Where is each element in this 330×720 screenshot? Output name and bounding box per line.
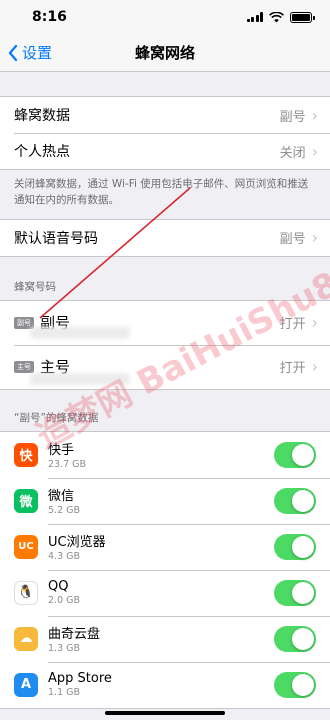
row-value: 副号 bbox=[279, 232, 306, 248]
wifi-icon bbox=[269, 11, 284, 22]
qq-icon: 🐧 bbox=[14, 580, 38, 605]
row-value: 副号 bbox=[279, 109, 306, 125]
app-row-wechat: 微 微信 5.2 GB bbox=[0, 477, 330, 524]
voice-group: 默认语音号码 副号 › bbox=[0, 218, 330, 257]
status-bar: 8:16 bbox=[0, 0, 330, 34]
app-row-quqi-cloud: ☁ 曲奇云盘 1.3 GB bbox=[0, 615, 330, 662]
row-label: 个人热点 bbox=[14, 144, 70, 160]
app-size: 5.2 GB bbox=[48, 505, 81, 517]
chevron-right-icon: › bbox=[311, 313, 318, 333]
row-label: 蜂窝数据 bbox=[14, 108, 70, 124]
battery-icon bbox=[290, 11, 315, 23]
row-label: 默认语音号码 bbox=[14, 230, 98, 247]
redaction-blur bbox=[30, 373, 130, 385]
cellular-settings-group: 蜂窝数据 副号 › 个人热点 关闭 › bbox=[0, 96, 330, 170]
app-size: 23.7 GB bbox=[48, 459, 87, 471]
personal-hotspot-row[interactable]: 个人热点 关闭 › bbox=[0, 133, 330, 169]
default-voice-line-row[interactable]: 默认语音号码 副号 › bbox=[0, 220, 330, 256]
row-value: 关闭 bbox=[279, 145, 306, 161]
cloud-drive-icon: ☁ bbox=[14, 626, 38, 651]
app-row-app-store: A App Store 1.1 GB bbox=[0, 661, 330, 708]
cellular-toggle[interactable] bbox=[274, 487, 316, 514]
app-store-icon: A bbox=[14, 672, 38, 697]
chevron-left-icon bbox=[8, 44, 18, 61]
app-size: 1.1 GB bbox=[48, 687, 81, 699]
app-size: 1.3 GB bbox=[48, 643, 81, 655]
chevron-right-icon: › bbox=[311, 105, 318, 125]
app-size: 4.3 GB bbox=[48, 551, 81, 563]
app-name: 曲奇云盘 bbox=[48, 627, 101, 643]
back-label: 设置 bbox=[22, 44, 53, 62]
sim-badge: 主号 bbox=[14, 360, 34, 373]
app-name: 微信 bbox=[48, 489, 75, 505]
cellular-data-row[interactable]: 蜂窝数据 副号 › bbox=[0, 97, 330, 133]
back-button[interactable]: 设置 bbox=[8, 42, 52, 63]
kuaishou-icon: 快 bbox=[14, 442, 38, 467]
sim-status: 打开 bbox=[279, 317, 306, 333]
signal-icon bbox=[246, 12, 263, 22]
cellular-toggle[interactable] bbox=[274, 533, 316, 560]
status-time: 8:16 bbox=[32, 9, 67, 25]
cellular-toggle[interactable] bbox=[274, 671, 316, 698]
app-size: 2.0 GB bbox=[48, 595, 81, 607]
chevron-right-icon: › bbox=[311, 228, 318, 248]
app-name: App Store bbox=[48, 671, 112, 687]
app-name: QQ bbox=[48, 579, 69, 595]
cellular-footnote: 关闭蜂窝数据，通过 Wi-Fi 使用包括电子邮件、网页浏览和推送通知在内的所有数… bbox=[14, 178, 309, 207]
chevron-right-icon: › bbox=[311, 357, 318, 377]
wechat-icon: 微 bbox=[14, 488, 38, 513]
cellular-toggle[interactable] bbox=[274, 625, 316, 652]
app-row-uc-browser: UC UC浏览器 4.3 GB bbox=[0, 523, 330, 570]
app-row-qq: 🐧 QQ 2.0 GB bbox=[0, 569, 330, 616]
apps-section-header: “副号”的蜂窝数据 bbox=[14, 411, 99, 424]
app-name: UC浏览器 bbox=[48, 535, 106, 551]
status-icons bbox=[246, 11, 315, 23]
app-row-kuaishou: 快 快手 23.7 GB bbox=[0, 432, 330, 478]
app-name: 快手 bbox=[48, 443, 75, 459]
sim-status: 打开 bbox=[279, 361, 306, 377]
nav-bar: 设置 蜂窝网络 bbox=[0, 34, 330, 72]
cellular-toggle[interactable] bbox=[274, 441, 316, 468]
cellular-toggle[interactable] bbox=[274, 579, 316, 606]
app-usage-group: 快 快手 23.7 GB 微 微信 5.2 GB UC UC浏览器 4.3 GB… bbox=[0, 430, 330, 709]
sim-section-header: 蜂窝号码 bbox=[14, 280, 56, 293]
chevron-right-icon: › bbox=[311, 141, 318, 161]
page-title: 蜂窝网络 bbox=[134, 44, 195, 62]
home-indicator bbox=[105, 711, 225, 715]
uc-browser-icon: UC bbox=[14, 534, 38, 559]
redaction-blur bbox=[30, 327, 130, 339]
